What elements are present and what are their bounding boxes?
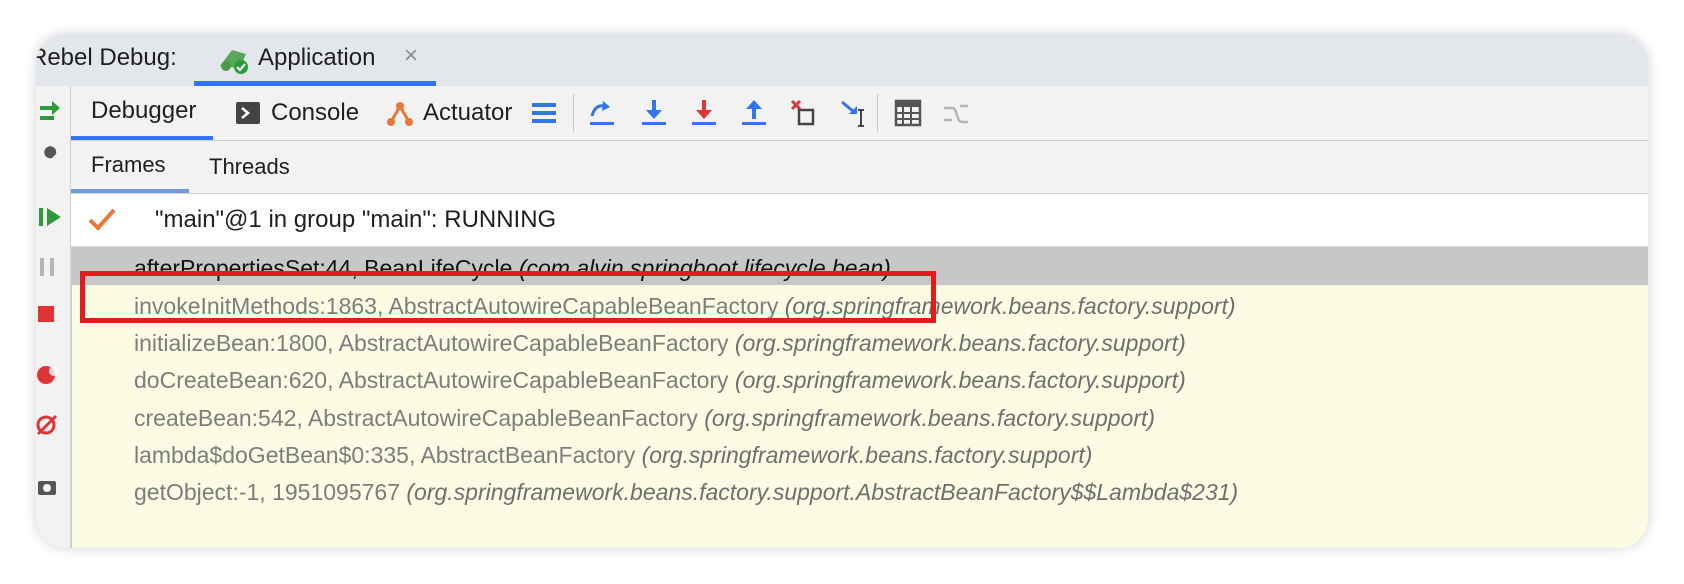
tab-debugger-label: Debugger [91,97,197,124]
mute-breakpoints-icon[interactable] [36,410,66,440]
frame-package: (org.springframework.beans.factory.suppo… [734,330,1186,356]
tool-window-title: Rebel Debug: [36,44,177,71]
tab-actuator-label: Actuator [423,99,513,126]
tab-frames[interactable]: Frames [71,141,189,193]
step-out-icon[interactable] [739,98,769,128]
close-icon[interactable]: × [404,42,418,70]
tab-frames-label: Frames [91,152,166,177]
run-to-cursor-icon[interactable] [839,98,869,128]
frame-row[interactable]: getObject:-1, 1951095767 (org.springfram… [72,471,1648,509]
actuator-icon [387,102,413,126]
frame-package: (org.springframework.beans.factory.suppo… [734,367,1186,393]
force-step-into-icon[interactable] [689,98,719,128]
camera-icon[interactable] [36,472,66,502]
evaluate-expression-icon[interactable] [893,98,923,128]
toolbar-separator [573,94,574,132]
frame-row[interactable]: initializeBean:1800, AbstractAutowireCap… [72,322,1648,360]
left-toolbar [36,86,71,548]
tab-application[interactable]: Application × [194,34,436,86]
layout-menu-icon[interactable] [529,98,559,128]
debug-window: Rebel Debug: Application × Debugger Cons… [36,34,1648,548]
frame-method: afterPropertiesSet:44, BeanLifeCycle [134,255,519,281]
console-icon [236,102,260,124]
thread-status: "main"@1 in group "main": RUNNING [155,206,557,233]
tab-console[interactable]: Console [235,86,359,140]
tab-threads-label: Threads [209,154,290,179]
toolbar-separator [877,94,878,132]
spring-boot-app-icon [220,50,248,74]
frame-row[interactable]: invokeInitMethods:1863, AbstractAutowire… [72,285,1648,323]
view-breakpoints-icon[interactable] [36,360,66,390]
frame-method: getObject:-1, 1951095767 [134,479,407,505]
resume-icon[interactable] [36,202,66,232]
checkmark-icon [88,208,116,231]
pause-icon[interactable] [36,252,66,282]
frame-row[interactable]: lambda$doGetBean$0:335, AbstractBeanFact… [72,434,1648,472]
step-into-icon[interactable] [639,98,669,128]
frame-method: lambda$doGetBean$0:335, AbstractBeanFact… [134,442,642,468]
frame-package: (org.springframework.beans.factory.suppo… [784,293,1236,319]
wrench-icon[interactable] [36,144,66,174]
frame-method: createBean:542, AbstractAutowireCapableB… [134,405,705,431]
frames-threads-bar: Frames Threads [71,141,1648,194]
stop-icon[interactable] [36,300,66,330]
thread-selector[interactable]: "main"@1 in group "main": RUNNING [71,194,1648,247]
frame-row[interactable]: createBean:542, AbstractAutowireCapableB… [72,397,1648,435]
tab-threads[interactable]: Threads [209,141,290,193]
frame-package: (com.alvin.springboot.lifecycle.bean) [518,255,891,281]
frame-package: (org.springframework.beans.factory.suppo… [406,479,1239,505]
frames-list: afterPropertiesSet:44, BeanLifeCycle (co… [71,247,1648,548]
tab-actuator[interactable]: Actuator [385,86,512,140]
tool-window-titlebar: Rebel Debug: Application × [36,34,1648,87]
frame-method: initializeBean:1800, AbstractAutowireCap… [134,330,735,356]
frame-package: (org.springframework.beans.factory.suppo… [704,405,1156,431]
rerun-icon[interactable] [36,96,66,126]
drop-frame-icon[interactable] [789,98,819,128]
debugger-toolbar: Debugger Console Actuator [71,86,1648,141]
frame-method: invokeInitMethods:1863, AbstractAutowire… [134,293,785,319]
frame-row[interactable]: doCreateBean:620, AbstractAutowireCapabl… [72,359,1648,397]
frame-package: (org.springframework.beans.factory.suppo… [641,442,1093,468]
frame-row[interactable]: afterPropertiesSet:44, BeanLifeCycle (co… [72,247,1648,285]
tab-console-label: Console [271,99,360,126]
frame-method: doCreateBean:620, AbstractAutowireCapabl… [134,367,735,393]
step-over-icon[interactable] [587,98,617,128]
tab-application-label: Application [258,44,376,71]
tab-debugger[interactable]: Debugger [71,86,213,140]
trace-stream-icon[interactable] [941,98,971,128]
